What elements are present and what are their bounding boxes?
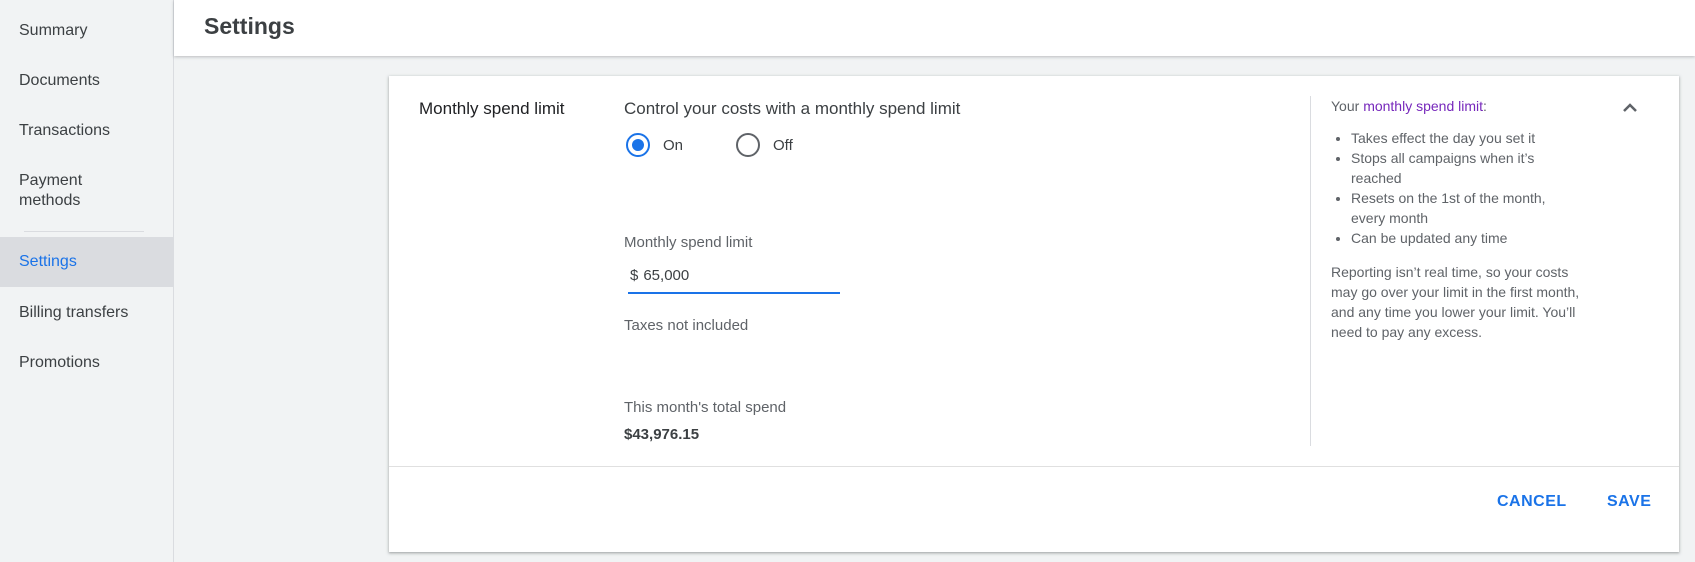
radio-off-label[interactable]: Off — [773, 137, 793, 154]
sidebar-item-label: Summary — [19, 22, 88, 39]
sidebar-item-label: Documents — [19, 72, 100, 89]
page-title: Settings — [204, 13, 295, 39]
app-root: Summary Documents Transactions Payment m… — [0, 0, 1695, 562]
list-item: Can be updated any time — [1351, 228, 1581, 248]
sidebar-item-label: Settings — [19, 253, 77, 270]
spend-limit-card: Monthly spend limit Control your costs w… — [389, 76, 1679, 552]
sidebar-item-label: Transactions — [19, 122, 110, 139]
control-title: Control your costs with a monthly spend … — [624, 99, 961, 118]
info-panel: Your monthly spend limit: Takes effect t… — [1331, 96, 1581, 342]
total-spend-label: This month's total spend — [624, 399, 787, 416]
sidebar-item-label: Payment methods — [19, 172, 83, 209]
info-heading-suffix: : — [1483, 98, 1487, 114]
spend-limit-input[interactable] — [643, 266, 814, 284]
info-note: Reporting isn’t real time, so your costs… — [1331, 264, 1580, 340]
sidebar-item-settings[interactable]: Settings — [0, 237, 173, 287]
info-heading: Your monthly spend limit: — [1331, 96, 1581, 116]
spend-limit-field-label: Monthly spend limit — [624, 234, 753, 251]
currency-symbol: $ — [630, 266, 639, 284]
sidebar-item-billing-transfers[interactable]: Billing transfers — [0, 303, 173, 323]
list-item: Resets on the 1st of the month, every mo… — [1351, 188, 1581, 228]
sidebar-item-transactions[interactable]: Transactions — [0, 121, 173, 141]
info-heading-prefix: Your — [1331, 98, 1364, 114]
sidebar-item-documents[interactable]: Documents — [0, 71, 173, 91]
section-label: Monthly spend limit — [419, 99, 565, 118]
sidebar-item-payment-methods[interactable]: Payment methods — [0, 171, 130, 211]
footer-divider — [389, 466, 1679, 467]
info-bullet-list: Takes effect the day you set it Stops al… — [1331, 128, 1581, 248]
save-button[interactable]: SAVE — [1607, 493, 1651, 511]
total-spend-value: $43,976.15 — [624, 426, 700, 443]
sidebar-item-promotions[interactable]: Promotions — [0, 353, 173, 373]
chevron-up-icon[interactable] — [1618, 96, 1642, 120]
page-header: Settings — [174, 0, 1695, 56]
radio-off[interactable] — [736, 133, 760, 157]
list-item: Stops all campaigns when it’s reached — [1351, 148, 1581, 188]
sidebar-item-summary[interactable]: Summary — [0, 21, 173, 41]
spend-limit-help-link[interactable]: monthly spend limit — [1363, 98, 1483, 114]
spend-limit-field[interactable]: $ — [628, 258, 840, 294]
radio-on[interactable] — [626, 133, 650, 157]
sidebar-divider — [24, 231, 144, 232]
list-item: Takes effect the day you set it — [1351, 128, 1581, 148]
sidebar-nav: Summary Documents Transactions Payment m… — [0, 0, 174, 562]
sidebar-item-label: Promotions — [19, 354, 100, 371]
sidebar-item-label: Billing transfers — [19, 304, 129, 321]
vertical-divider — [1310, 96, 1311, 446]
radio-on-label[interactable]: On — [663, 137, 683, 154]
tax-note: Taxes not included — [624, 317, 749, 334]
cancel-button[interactable]: CANCEL — [1497, 493, 1567, 511]
